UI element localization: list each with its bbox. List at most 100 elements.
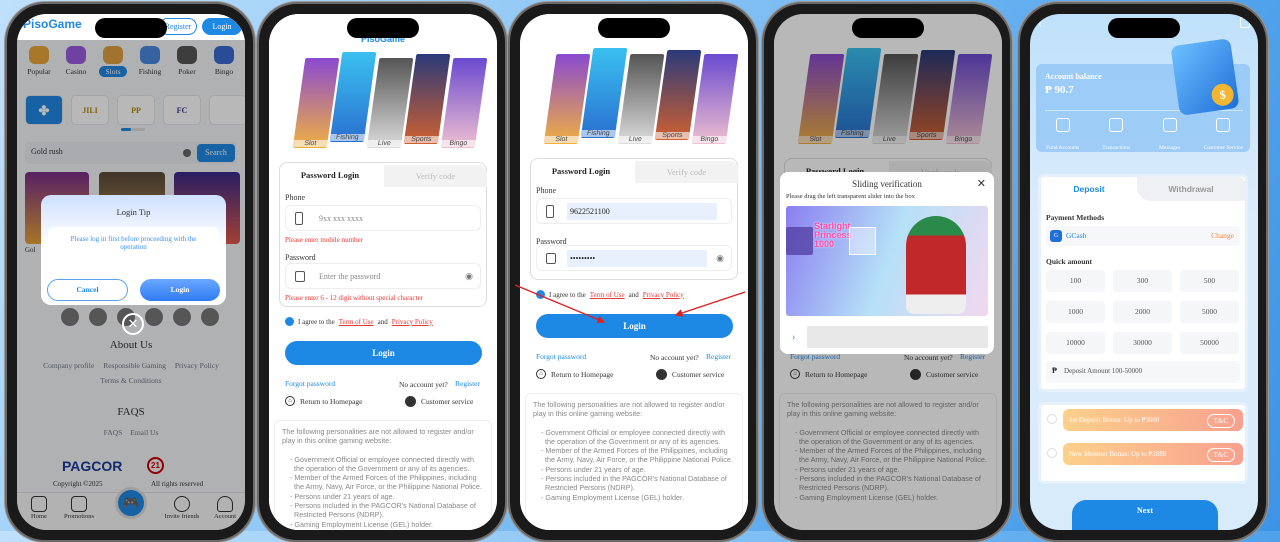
home-icon <box>31 496 47 512</box>
agree-text: I agree to the <box>549 290 586 299</box>
shortcut-transactions[interactable]: Transactions <box>1091 118 1141 154</box>
x-icon[interactable] <box>145 308 163 326</box>
category-fishing[interactable]: Fishing <box>132 46 168 76</box>
tab-password-login[interactable]: Password Login <box>531 159 631 183</box>
agree-checkbox[interactable] <box>536 290 545 299</box>
quick-amount-option[interactable]: 10000 <box>1046 332 1105 354</box>
facebook-icon[interactable] <box>61 308 79 326</box>
forgot-password-link[interactable]: Forgot password <box>285 379 335 388</box>
instagram-icon[interactable] <box>201 308 219 326</box>
category-poker[interactable]: Poker <box>169 46 205 76</box>
return-homepage-button[interactable]: ⌂ Return to Homepage <box>790 369 867 379</box>
phone-input[interactable]: 9622521100 <box>567 203 717 220</box>
agree-checkbox[interactable] <box>285 317 294 326</box>
header-login-button[interactable]: Login <box>202 18 242 35</box>
login-button[interactable]: Login <box>536 314 733 338</box>
register-link[interactable]: Register <box>455 379 480 388</box>
tab-withdrawal[interactable]: Withdrawal <box>1137 177 1245 201</box>
close-icon[interactable]: ✕ <box>122 313 144 335</box>
terms-link[interactable]: Term of Use <box>590 291 625 299</box>
nav-home[interactable]: Home <box>19 496 59 520</box>
nav-invite-friends[interactable]: Invite friends <box>162 496 202 520</box>
bonus-radio[interactable] <box>1047 414 1057 424</box>
tab-deposit[interactable]: Deposit <box>1041 177 1137 201</box>
category-casino[interactable]: Casino <box>58 46 94 76</box>
close-icon[interactable]: ✕ <box>977 177 986 190</box>
customer-service-button[interactable]: Customer service <box>910 369 978 380</box>
eye-icon[interactable]: ◉ <box>465 271 473 282</box>
nav-promotions[interactable]: Promotions <box>59 496 99 520</box>
next-button[interactable]: Next <box>1072 500 1218 530</box>
shortcut-messages[interactable]: Messages <box>1145 118 1195 154</box>
tc-button[interactable]: T&C <box>1206 414 1235 428</box>
payment-method-row[interactable]: G GCash Change <box>1046 226 1240 246</box>
password-field[interactable]: ••••••••• ◉ <box>536 245 732 271</box>
search-input[interactable]: Gold rush <box>31 147 63 156</box>
return-homepage-button[interactable]: ⌂ Return to Homepage <box>285 396 362 406</box>
login-button[interactable]: Login <box>285 341 482 365</box>
eye-icon[interactable]: ◉ <box>716 253 724 264</box>
quick-amount-option[interactable]: 2000 <box>1113 301 1172 323</box>
register-link[interactable]: Register <box>706 352 731 361</box>
search-button[interactable]: Search <box>197 144 235 162</box>
privacy-link[interactable]: Privacy Policy <box>392 318 433 326</box>
bonus-radio[interactable] <box>1047 448 1057 458</box>
tab-verify-code[interactable]: Verify code <box>635 161 738 183</box>
tab-verify-code[interactable]: Verify code <box>384 165 487 187</box>
link-company-profile[interactable]: Company profile <box>43 361 94 370</box>
category-popular[interactable]: Popular <box>21 46 57 76</box>
games-center-button[interactable]: 🎮 <box>115 487 147 519</box>
clear-icon[interactable] <box>183 149 191 157</box>
return-homepage-button[interactable]: ⌂ Return to Homepage <box>536 369 613 379</box>
password-input[interactable]: ••••••••• <box>567 250 707 267</box>
modal-login-button[interactable]: Login <box>140 279 220 301</box>
banner-label: Live <box>617 136 653 143</box>
quick-amount-option[interactable]: 100 <box>1046 270 1105 292</box>
quick-amount-option[interactable]: 500 <box>1180 270 1239 292</box>
password-input[interactable]: Enter the password <box>316 268 456 285</box>
shortcut-customer-service[interactable]: Customer Service <box>1198 118 1248 154</box>
nav-account[interactable]: Account <box>205 496 245 520</box>
password-field[interactable]: Enter the password ◉ <box>285 263 481 289</box>
quick-amount-option[interactable]: 5000 <box>1180 301 1239 323</box>
tc-button[interactable]: T&C <box>1206 448 1235 462</box>
terms-link[interactable]: Term of Use <box>339 318 374 326</box>
customer-service-button[interactable]: Customer service <box>405 396 473 407</box>
login-screen: PisoGameSlotFishingLiveSportsBingo Passw… <box>520 14 748 530</box>
slider-track[interactable] <box>807 326 988 348</box>
all-providers-icon[interactable]: ✤ <box>25 95 63 125</box>
youtube-icon[interactable] <box>173 308 191 326</box>
link-responsible-gaming[interactable]: Responsible Gaming <box>103 361 166 370</box>
provider-fc[interactable]: FC <box>163 95 201 125</box>
link-terms[interactable]: Terms & Conditions <box>17 376 245 385</box>
shortcut-fund-accounts[interactable]: Fund Accounts <box>1038 118 1088 154</box>
link-email-us[interactable]: Email Us <box>130 428 158 437</box>
phone-field[interactable]: 9xx xxx xxxx <box>285 205 481 231</box>
puzzle-piece[interactable] <box>786 227 813 255</box>
provider-jili[interactable]: JILI <box>71 95 109 125</box>
category-bingo[interactable]: Bingo <box>206 46 242 76</box>
forgot-password-link[interactable]: Forgot password <box>536 352 586 361</box>
privacy-link[interactable]: Privacy Policy <box>643 291 684 299</box>
link-faqs[interactable]: FAQS <box>104 428 123 437</box>
link-privacy-policy[interactable]: Privacy Policy <box>175 361 219 370</box>
cancel-button[interactable]: Cancel <box>47 279 128 301</box>
provider-next[interactable] <box>209 95 245 125</box>
quick-amount-option[interactable]: 30000 <box>1113 332 1172 354</box>
quick-amount-option[interactable]: 50000 <box>1180 332 1239 354</box>
phone-field[interactable]: 9622521100 <box>536 198 732 224</box>
quick-amount-option[interactable]: 1000 <box>1046 301 1105 323</box>
tab-password-login[interactable]: Password Login <box>280 163 380 187</box>
records-icon[interactable] <box>1240 17 1250 28</box>
telegram-icon[interactable] <box>89 308 107 326</box>
phone-input[interactable]: 9xx xxx xxxx <box>316 210 466 227</box>
change-method-link[interactable]: Change <box>1211 231 1234 240</box>
provider-pp[interactable]: PP <box>117 95 155 125</box>
bonus-coupon[interactable]: New Member Bonus: Up to ₱2888 T&C <box>1063 443 1243 465</box>
bonus-coupon[interactable]: 1st Deposit Bonus: Up to ₱3000 T&C <box>1063 409 1243 431</box>
customer-service-button[interactable]: Customer service <box>656 369 724 380</box>
category-slots[interactable]: Slots <box>95 46 131 77</box>
quick-amount-option[interactable]: 300 <box>1113 270 1172 292</box>
slider-handle-chevron-icon[interactable]: › <box>792 332 795 343</box>
deposit-amount-input[interactable]: ₱ Deposit Amount 100-50000 <box>1046 361 1240 383</box>
